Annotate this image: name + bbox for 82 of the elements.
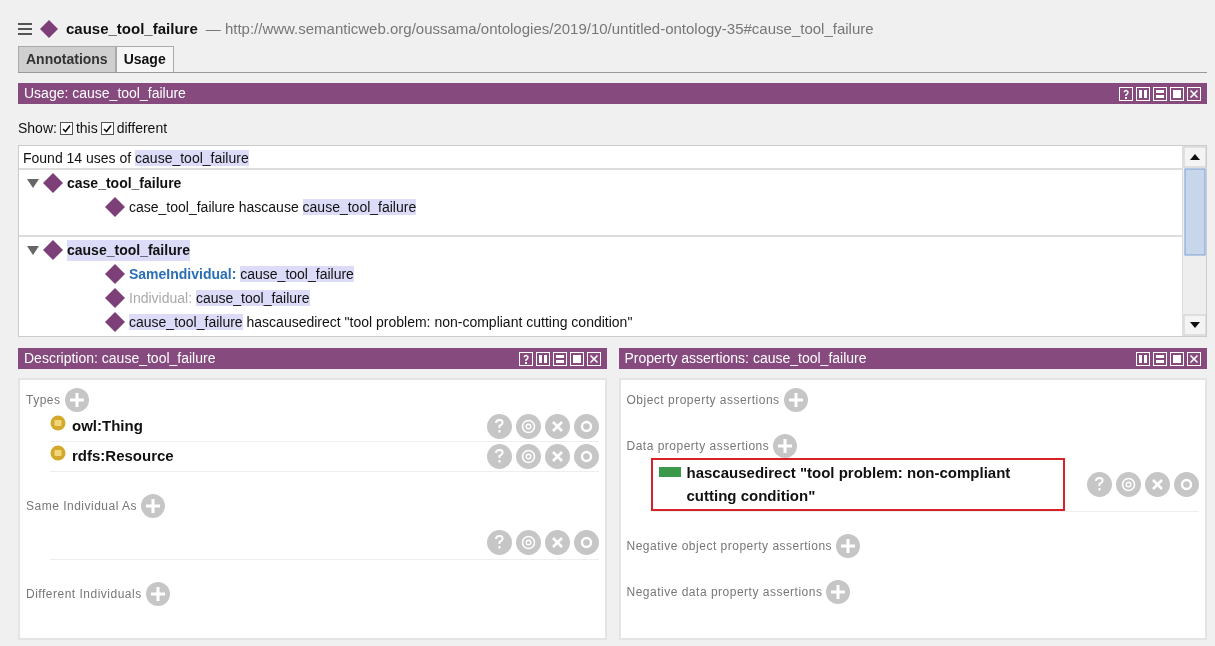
section-title: Different Individuals — [26, 586, 142, 603]
close-icon[interactable] — [586, 351, 601, 366]
panel-title: Description: cause_tool_failure — [24, 349, 216, 368]
tab[interactable]: Usage — [115, 46, 174, 72]
section-title: Data property assertions — [626, 438, 770, 455]
help-button[interactable] — [486, 444, 512, 469]
entity-iri: — http://www.semanticweb.org/oussama/ontologies/2019/10/untitled-ontology-35#cause_tool_failure — [205, 18, 874, 39]
edit-button[interactable] — [573, 444, 599, 469]
split-horizontal-icon[interactable] — [552, 351, 567, 366]
section-title: Object property assertions — [626, 392, 780, 409]
individual-icon — [105, 312, 125, 332]
split-vertical-icon[interactable] — [535, 351, 550, 366]
group-label: case_tool_failure — [67, 173, 182, 193]
expand-toggle-icon[interactable] — [27, 177, 39, 189]
checkbox[interactable] — [100, 122, 114, 135]
panel-title: Property assertions: cause_tool_failure — [624, 349, 867, 368]
edit-button[interactable] — [573, 414, 599, 439]
type-label: rdfs:Resource — [72, 446, 174, 467]
entity-name: cause_tool_failure — [66, 18, 198, 39]
menu-icon[interactable] — [18, 21, 32, 37]
usage-text: SameIndividual: cause_tool_failure — [129, 264, 354, 284]
usage-text: cause_tool_failure hascausedirect "tool problem: non-compliant cutting condition" — [129, 312, 633, 332]
maximize-icon[interactable] — [1170, 86, 1184, 101]
split-horizontal-icon[interactable] — [1153, 86, 1167, 101]
class-icon — [50, 445, 66, 462]
add-button[interactable] — [64, 388, 89, 412]
annotate-button[interactable] — [1116, 472, 1141, 497]
delete-button[interactable] — [544, 530, 570, 555]
type-label: owl:Thing — [72, 416, 143, 437]
expand-toggle-icon[interactable] — [27, 244, 39, 256]
individual-icon — [40, 20, 58, 38]
scroll-down-icon[interactable] — [1183, 314, 1207, 336]
usage-text: case_tool_failure hascause cause_tool_failure — [129, 197, 417, 217]
show-label: Show: — [18, 119, 57, 138]
scrollbar[interactable] — [1182, 146, 1206, 336]
group-label: cause_tool_failure — [67, 239, 190, 261]
usage-text: Individual: cause_tool_failure — [129, 288, 310, 308]
add-button[interactable] — [141, 494, 166, 518]
tab[interactable]: Annotations — [18, 46, 116, 72]
close-icon[interactable] — [1187, 351, 1201, 366]
annotate-button[interactable] — [515, 530, 541, 555]
individual-icon — [105, 264, 125, 284]
help-button[interactable] — [486, 414, 512, 439]
checkbox-label: this — [75, 119, 98, 138]
section-title: Same Individual As — [26, 498, 138, 515]
edit-button[interactable] — [1174, 472, 1199, 497]
annotate-button[interactable] — [515, 444, 541, 469]
annotate-button[interactable] — [515, 414, 541, 439]
help-button[interactable] — [486, 530, 512, 555]
section-title: Negative data property assertions — [626, 584, 823, 601]
maximize-icon[interactable] — [1170, 351, 1184, 366]
section-title: Negative object property assertions — [626, 538, 833, 555]
maximize-icon[interactable] — [569, 351, 584, 366]
delete-button[interactable] — [544, 414, 570, 439]
individual-icon — [105, 197, 125, 217]
delete-button[interactable] — [544, 444, 570, 469]
property-assertion-text: hascausedirect "tool problem: non-compliant cutting condition" — [686, 463, 1012, 506]
split-vertical-icon[interactable] — [1136, 86, 1150, 101]
edit-button[interactable] — [573, 530, 599, 555]
individual-icon — [105, 288, 125, 308]
help-icon[interactable] — [1119, 86, 1133, 101]
add-button[interactable] — [145, 582, 170, 606]
help-button[interactable] — [1087, 472, 1112, 497]
data-property-icon — [658, 467, 681, 477]
delete-button[interactable] — [1145, 472, 1170, 497]
class-icon — [50, 415, 66, 432]
checkbox-label: different — [116, 119, 168, 138]
split-horizontal-icon[interactable] — [1153, 351, 1167, 366]
add-button[interactable] — [773, 434, 798, 458]
add-button[interactable] — [836, 534, 861, 558]
add-button[interactable] — [826, 580, 851, 604]
scrollbar-top-drawing[interactable] — [1183, 146, 1207, 256]
individual-icon — [43, 240, 63, 260]
close-icon[interactable] — [1187, 86, 1201, 101]
checkbox[interactable] — [59, 122, 73, 135]
split-vertical-icon[interactable] — [1136, 351, 1150, 366]
add-button[interactable] — [783, 388, 808, 412]
panel-title: Usage: cause_tool_failure — [24, 84, 186, 103]
help-icon[interactable] — [518, 351, 533, 366]
individual-icon — [43, 173, 63, 193]
usage-text: Found 14 uses of cause_tool_failure — [23, 150, 249, 166]
section-title: Types — [26, 392, 61, 409]
